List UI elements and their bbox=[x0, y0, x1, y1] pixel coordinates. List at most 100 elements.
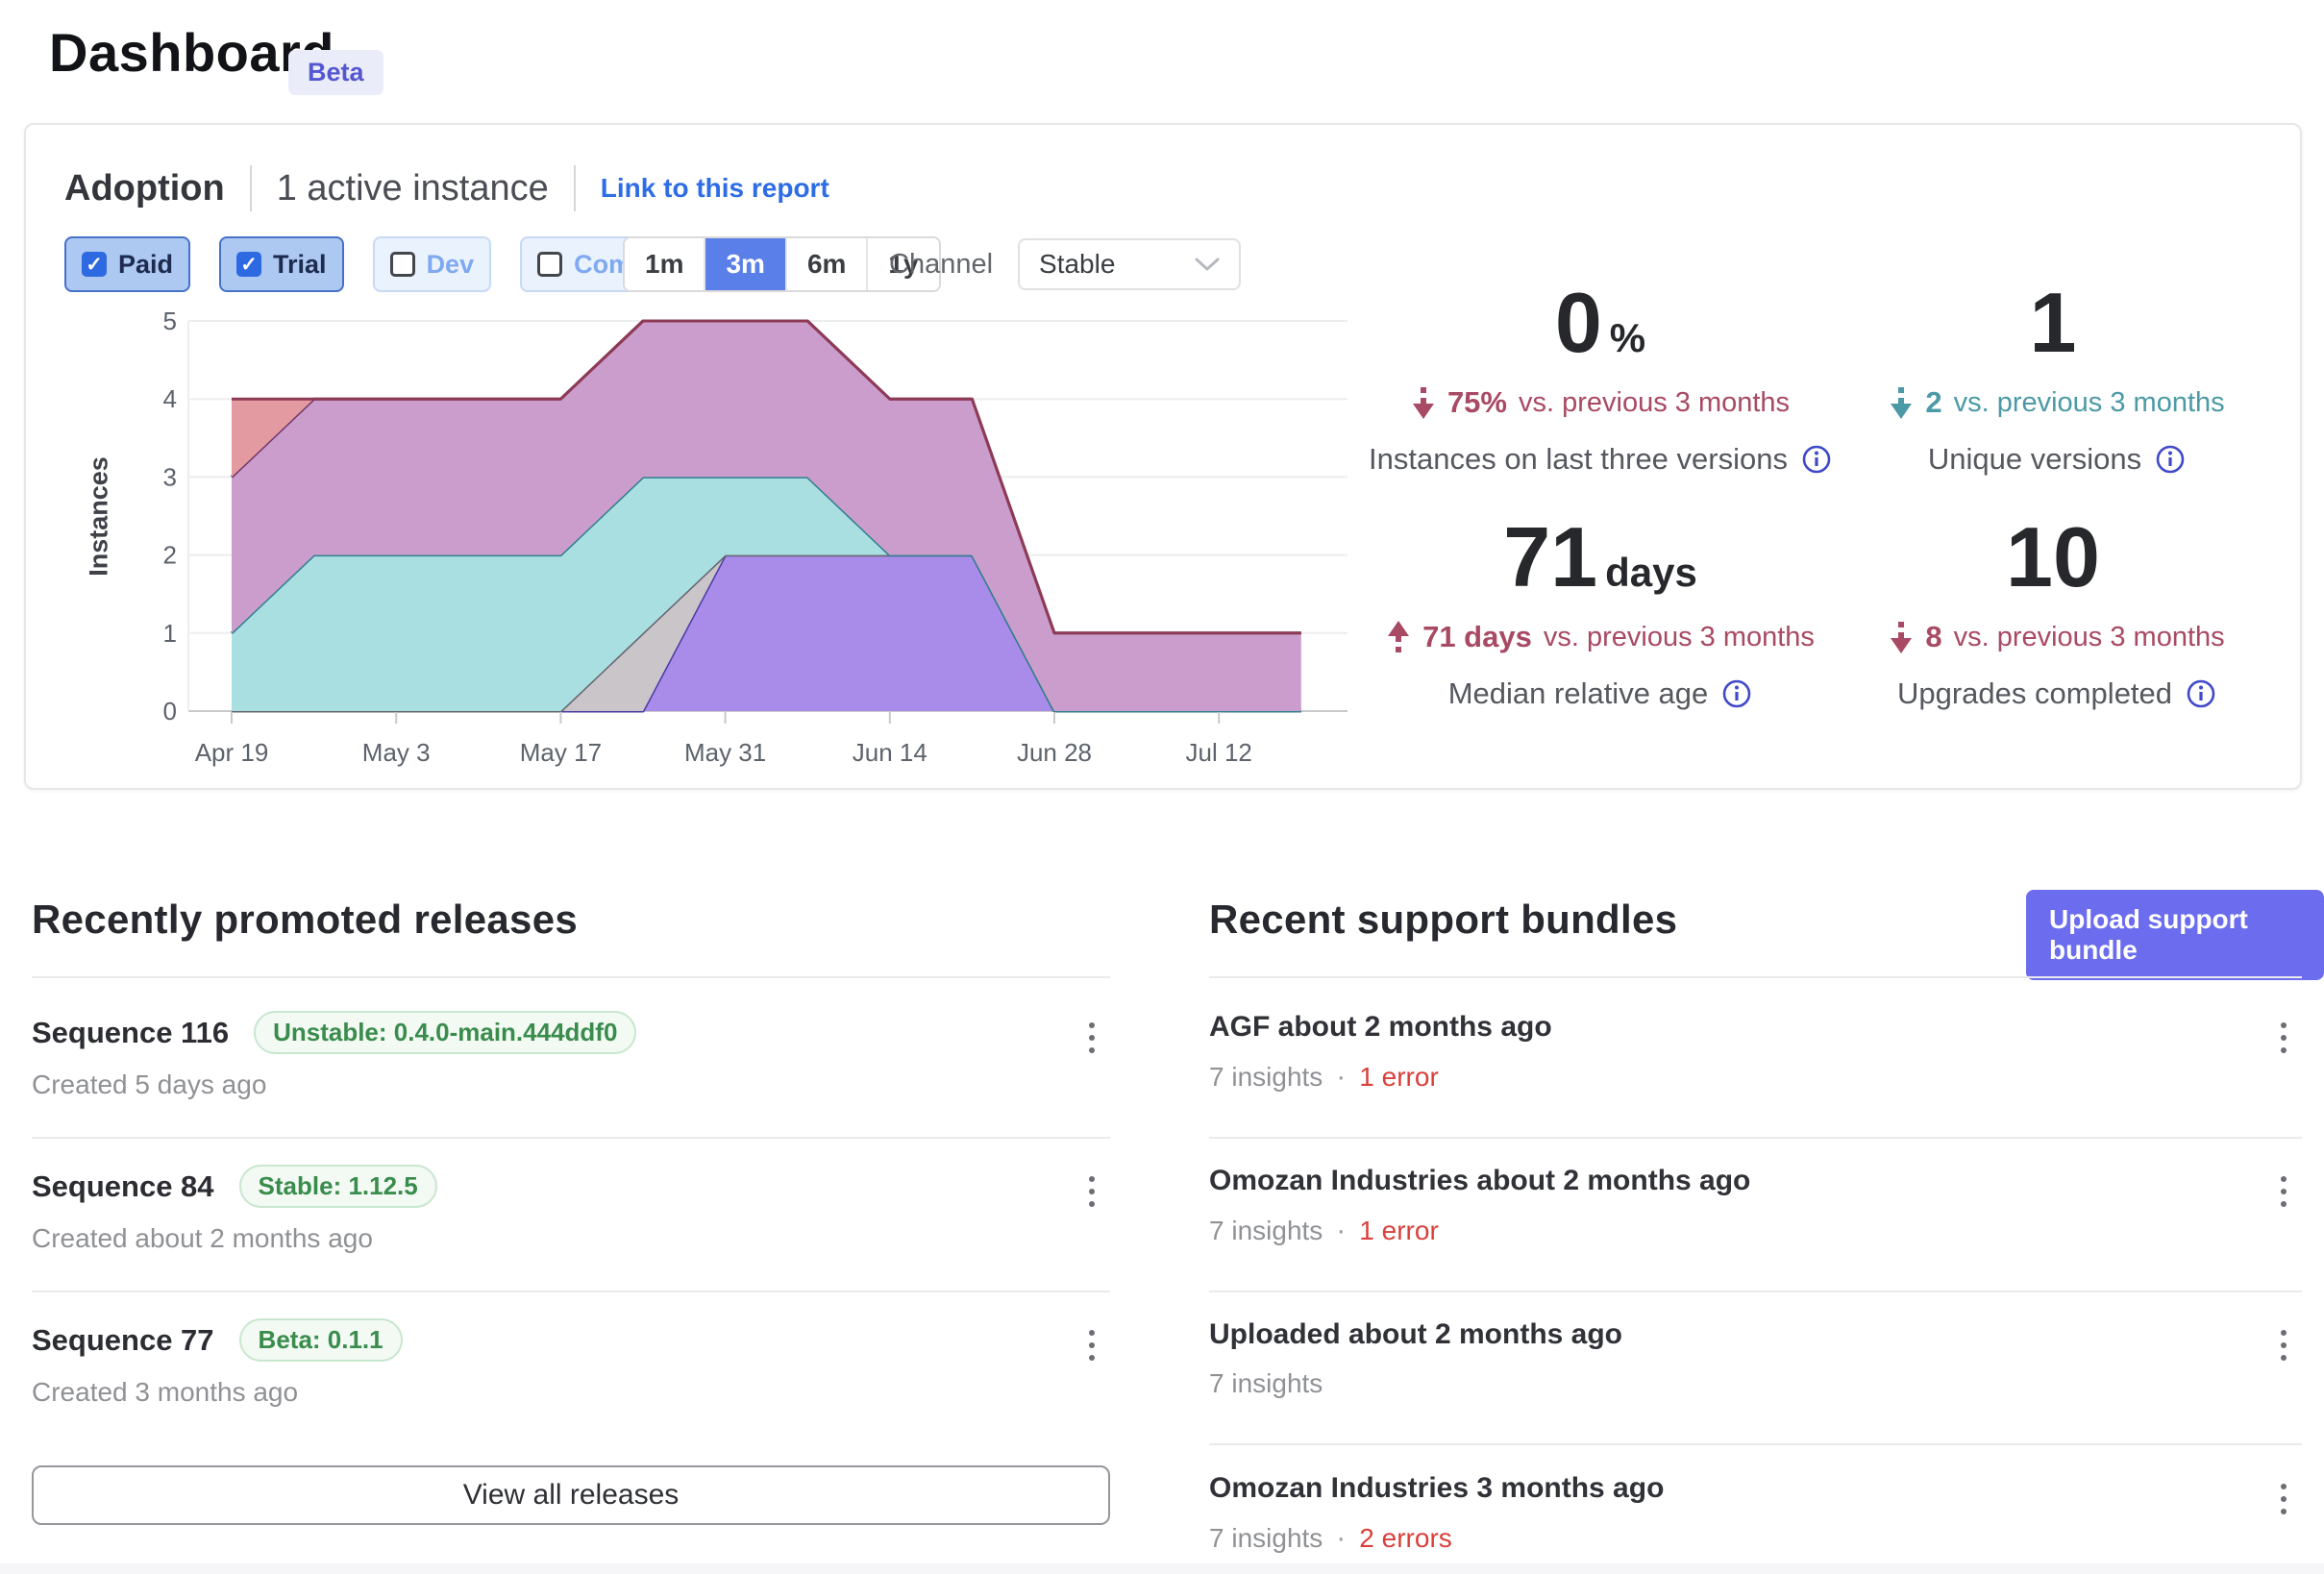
channel-select[interactable]: Stable bbox=[1018, 238, 1241, 290]
view-all-releases-button[interactable]: View all releases bbox=[32, 1465, 1110, 1525]
stat-unique-versions: 1 2 vs. previous 3 months Unique version… bbox=[1826, 281, 2287, 477]
filter-chip-label: Dev bbox=[427, 250, 475, 280]
svg-text:Apr 19: Apr 19 bbox=[195, 738, 269, 767]
releases-heading: Recently promoted releases bbox=[32, 897, 578, 943]
range-1m-button[interactable]: 1m bbox=[625, 238, 704, 290]
filter-chip-dev[interactable]: Dev bbox=[373, 236, 492, 292]
bundle-title: AGF about 2 months ago bbox=[1209, 1011, 2302, 1044]
svg-text:3: 3 bbox=[163, 462, 177, 491]
kebab-menu-icon[interactable] bbox=[1083, 1017, 1100, 1059]
separator bbox=[574, 165, 576, 211]
bundle-title: Omozan Industries about 2 months ago bbox=[1209, 1165, 2302, 1197]
adoption-area-chart: 012345Apr 19May 3May 17May 31Jun 14Jun 2… bbox=[135, 298, 1374, 778]
adoption-card-header: Adoption 1 active instance Link to this … bbox=[64, 165, 829, 211]
divider bbox=[1209, 1443, 2302, 1445]
checkbox-unchecked-icon[interactable] bbox=[537, 252, 562, 277]
info-icon[interactable] bbox=[2155, 444, 2186, 475]
dot-separator: · bbox=[1336, 1061, 1346, 1094]
channel-label: Channel bbox=[889, 249, 993, 281]
svg-text:2: 2 bbox=[163, 541, 177, 570]
chevron-down-icon bbox=[1195, 257, 1220, 272]
release-created: Created 5 days ago bbox=[32, 1070, 1110, 1100]
stat-delta: 75% vs. previous 3 months bbox=[1411, 384, 1790, 421]
kebab-menu-icon[interactable] bbox=[1083, 1324, 1100, 1366]
filter-chip-paid[interactable]: Paid bbox=[64, 236, 190, 292]
bundle-errors: 2 errors bbox=[1359, 1523, 1451, 1554]
checkbox-unchecked-icon[interactable] bbox=[390, 252, 415, 277]
stat-value: 10 bbox=[2006, 515, 2108, 600]
bundle-errors: 1 error bbox=[1359, 1062, 1438, 1093]
checkbox-checked-icon[interactable] bbox=[236, 252, 261, 277]
kebab-menu-icon[interactable] bbox=[2275, 1170, 2292, 1213]
channel-select-value: Stable bbox=[1039, 249, 1115, 280]
range-6m-button[interactable]: 6m bbox=[785, 238, 866, 290]
filter-chip-trial[interactable]: Trial bbox=[219, 236, 344, 292]
stat-delta: 2 vs. previous 3 months bbox=[1889, 384, 2224, 421]
checkbox-checked-icon[interactable] bbox=[82, 252, 107, 277]
bundle-insights: 7 insights bbox=[1209, 1368, 1323, 1399]
release-channel-badge: Beta: 0.1.1 bbox=[239, 1318, 403, 1362]
divider bbox=[1209, 1291, 2302, 1292]
divider bbox=[32, 1137, 1110, 1139]
release-row: Sequence 116 Unstable: 0.4.0-main.444ddf… bbox=[32, 1011, 1110, 1100]
kebab-menu-icon[interactable] bbox=[2275, 1478, 2292, 1520]
trend-down-icon bbox=[1889, 619, 1914, 655]
svg-text:Jun 28: Jun 28 bbox=[1017, 738, 1092, 767]
info-icon[interactable] bbox=[1721, 678, 1752, 709]
link-to-report[interactable]: Link to this report bbox=[601, 173, 829, 204]
stat-instances-last-three-versions: 0 % 75% vs. previous 3 months Instances … bbox=[1365, 281, 1836, 477]
stat-value: 1 bbox=[2030, 281, 2085, 365]
svg-text:May 3: May 3 bbox=[362, 738, 431, 767]
bundle-insights: 7 insights bbox=[1209, 1062, 1323, 1093]
upload-support-bundle-button[interactable]: Upload support bundle bbox=[2026, 890, 2324, 980]
kebab-menu-icon[interactable] bbox=[1083, 1170, 1100, 1213]
svg-text:May 31: May 31 bbox=[684, 738, 766, 767]
release-title: Sequence 84 bbox=[32, 1169, 214, 1204]
chart-y-axis-label: Instances bbox=[85, 392, 114, 642]
beta-badge: Beta bbox=[288, 50, 383, 95]
release-created: Created 3 months ago bbox=[32, 1377, 1110, 1408]
filter-chip-label: Paid bbox=[118, 250, 173, 280]
support-bundle-row: Omozan Industries 3 months ago 7 insight… bbox=[1209, 1472, 2302, 1555]
release-title: Sequence 116 bbox=[32, 1016, 229, 1050]
bundle-title: Omozan Industries 3 months ago bbox=[1209, 1472, 2302, 1505]
svg-text:1: 1 bbox=[163, 619, 177, 648]
info-icon[interactable] bbox=[2186, 678, 2216, 709]
adoption-title: Adoption bbox=[64, 168, 225, 209]
channel-group: Channel Stable bbox=[889, 236, 1241, 292]
svg-text:Jul 12: Jul 12 bbox=[1186, 738, 1252, 767]
stat-upgrades-completed: 10 8 vs. previous 3 months Upgrades comp… bbox=[1826, 515, 2287, 711]
divider bbox=[32, 976, 1110, 978]
svg-text:Jun 14: Jun 14 bbox=[853, 738, 927, 767]
stat-label: Unique versions bbox=[1928, 442, 2186, 477]
filter-chip-label: Trial bbox=[273, 250, 327, 280]
stat-delta: 8 vs. previous 3 months bbox=[1889, 619, 2224, 655]
stat-label: Upgrades completed bbox=[1897, 676, 2216, 711]
stat-value: 71 days bbox=[1503, 515, 1697, 600]
bundle-meta: 7 insights · 1 error bbox=[1209, 1215, 2302, 1247]
bundle-meta: 7 insights · 2 errors bbox=[1209, 1522, 2302, 1555]
bundle-errors: 1 error bbox=[1359, 1216, 1438, 1246]
release-row: Sequence 77 Beta: 0.1.1 Created 3 months… bbox=[32, 1318, 1110, 1408]
dot-separator: · bbox=[1336, 1522, 1346, 1555]
separator bbox=[250, 165, 252, 211]
svg-text:5: 5 bbox=[163, 307, 177, 335]
bundles-heading: Recent support bundles bbox=[1209, 897, 1677, 943]
support-bundle-row: AGF about 2 months ago 7 insights · 1 er… bbox=[1209, 1011, 2302, 1094]
stat-label: Instances on last three versions bbox=[1369, 442, 1832, 477]
bundle-title: Uploaded about 2 months ago bbox=[1209, 1318, 2302, 1351]
svg-text:May 17: May 17 bbox=[520, 738, 602, 767]
trend-up-icon bbox=[1386, 619, 1411, 655]
bottom-strip bbox=[0, 1563, 2324, 1574]
svg-text:4: 4 bbox=[163, 384, 177, 413]
bundle-insights: 7 insights bbox=[1209, 1216, 1323, 1246]
release-channel-badge: Stable: 1.12.5 bbox=[239, 1165, 437, 1208]
active-instances-label: 1 active instance bbox=[277, 168, 549, 209]
bundle-insights: 7 insights bbox=[1209, 1523, 1323, 1554]
kebab-menu-icon[interactable] bbox=[2275, 1324, 2292, 1366]
stat-label: Median relative age bbox=[1448, 676, 1753, 711]
kebab-menu-icon[interactable] bbox=[2275, 1017, 2292, 1059]
range-3m-button[interactable]: 3m bbox=[704, 238, 784, 290]
support-bundle-row: Uploaded about 2 months ago 7 insights bbox=[1209, 1318, 2302, 1399]
support-bundle-row: Omozan Industries about 2 months ago 7 i… bbox=[1209, 1165, 2302, 1247]
